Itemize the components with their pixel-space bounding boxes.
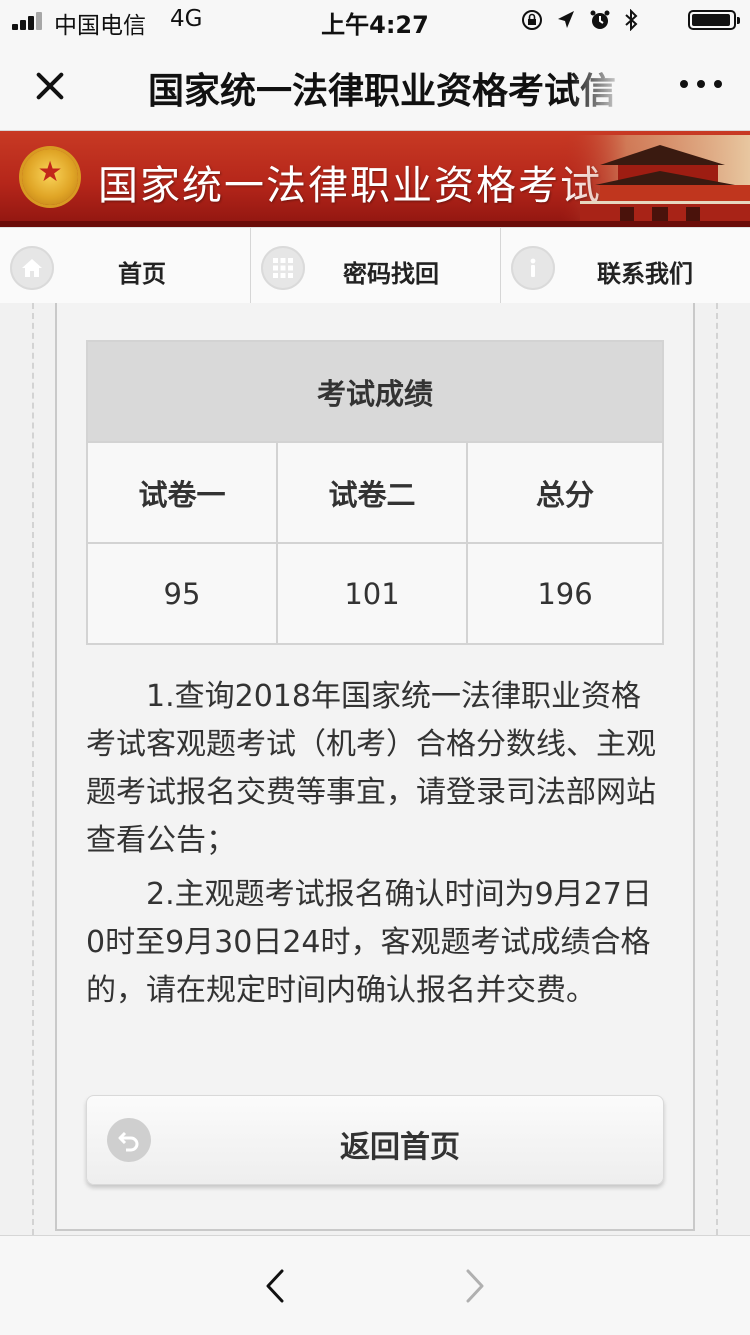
table-header-row: 试卷一 试卷二 总分 xyxy=(86,441,664,544)
score-total: 196 xyxy=(466,542,664,645)
location-arrow-icon xyxy=(558,11,574,28)
back-home-button[interactable]: 返回首页 xyxy=(86,1095,664,1185)
info-icon xyxy=(511,246,555,290)
national-emblem-icon: ★ xyxy=(22,149,78,205)
header-banner: ★ 国家统一法律职业资格考试 xyxy=(0,131,750,227)
column-header: 总分 xyxy=(466,441,664,544)
alarm-icon xyxy=(590,10,610,29)
table-row: 95 101 196 xyxy=(86,542,664,645)
home-icon xyxy=(10,246,54,290)
more-dots-icon[interactable] xyxy=(680,78,722,90)
menu-item-label: 密码找回 xyxy=(343,260,439,288)
page-title: 国家统一法律职业资格考试信 xyxy=(148,71,617,112)
score-paper-one: 95 xyxy=(86,542,278,645)
score-table: 考试成绩 试卷一 试卷二 总分 95 101 196 xyxy=(86,340,664,645)
column-header: 试卷二 xyxy=(276,441,468,544)
battery-level xyxy=(692,14,730,26)
score-table-caption: 考试成绩 xyxy=(86,340,664,443)
menu-item-home[interactable]: 首页 xyxy=(0,228,251,304)
menu-item-contact-us[interactable]: 联系我们 xyxy=(501,228,750,304)
banner-title: 国家统一法律职业资格考试 xyxy=(98,163,602,209)
chevron-right-icon[interactable] xyxy=(456,1268,492,1304)
status-bar: 中国电信 4G 上午4:27 xyxy=(0,0,750,40)
bluetooth-icon xyxy=(625,8,638,32)
grid-icon xyxy=(261,246,305,290)
menu-item-label: 首页 xyxy=(118,260,166,288)
divider xyxy=(32,303,34,1235)
menu-bar: 首页 密码找回 联系我们 xyxy=(0,227,750,305)
tiananmen-gate-image xyxy=(560,135,750,227)
notice-item: 1.查询2018年国家统一法律职业资格考试客观题考试（机考）合格分数线、主观题考… xyxy=(86,679,656,858)
column-header: 试卷一 xyxy=(86,441,278,544)
browser-toolbar xyxy=(0,1235,750,1335)
back-home-label: 返回首页 xyxy=(340,1130,460,1165)
menu-item-label: 联系我们 xyxy=(597,260,693,288)
main-content: 考试成绩 试卷一 试卷二 总分 95 101 196 1.查询2018年国家统一… xyxy=(0,303,750,1235)
notice-item: 2.主观题考试报名确认时间为9月27日0时至9月30日24时，客观题考试成绩合格… xyxy=(86,877,652,1008)
notice-text: 1.查询2018年国家统一法律职业资格考试客观题考试（机考）合格分数线、主观题考… xyxy=(86,673,666,1021)
close-icon[interactable] xyxy=(26,62,74,110)
score-paper-two: 101 xyxy=(276,542,468,645)
chevron-left-icon[interactable] xyxy=(258,1268,294,1304)
nav-bar: 国家统一法律职业资格考试信 xyxy=(0,40,750,131)
divider xyxy=(716,303,718,1235)
lock-rotation-icon xyxy=(522,10,542,30)
menu-item-password-recovery[interactable]: 密码找回 xyxy=(251,228,501,304)
status-icons xyxy=(521,7,638,32)
battery-icon xyxy=(688,10,740,30)
